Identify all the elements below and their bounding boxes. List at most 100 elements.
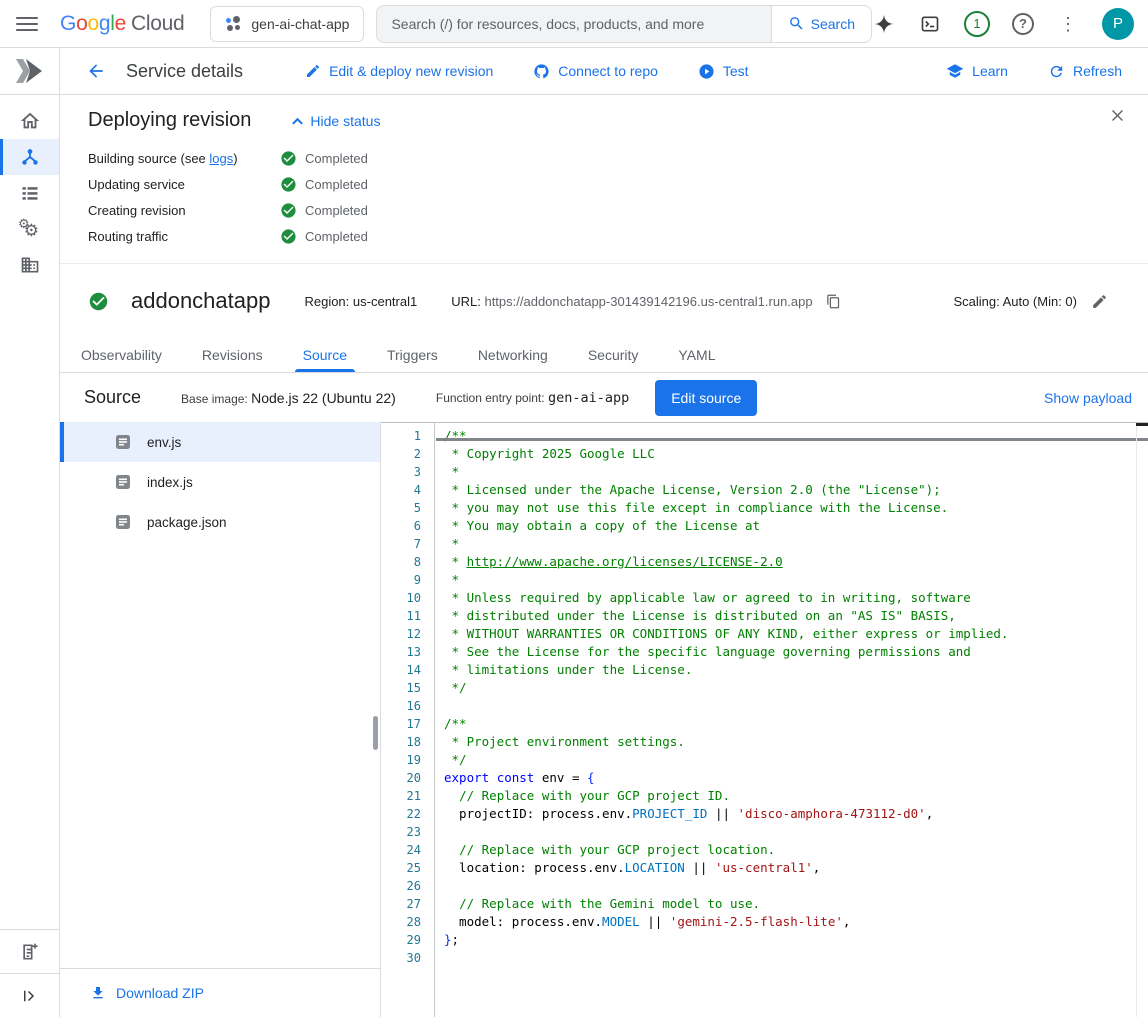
google-cloud-logo[interactable]: Google Cloud [60, 12, 184, 36]
more-options-icon[interactable]: ⋮ [1056, 12, 1080, 36]
project-selector[interactable]: gen-ai-chat-app [210, 6, 364, 42]
deploy-status-panel: Deploying revision Hide status Building … [60, 95, 1148, 264]
code-token: * Copyright 2025 Google LLC [444, 446, 655, 461]
close-icon[interactable] [1109, 107, 1126, 129]
editor-horizontal-scrollbar[interactable] [436, 438, 1148, 441]
top-bar-icons: 1 ? ⋮ P [872, 8, 1134, 40]
code-token: || [685, 860, 715, 875]
code-line: // Replace with the Gemini model to use. [444, 895, 1148, 913]
code-token: // Replace with your GCP project ID. [459, 788, 730, 803]
connect-repo-button[interactable]: Connect to repo [533, 63, 658, 80]
code-editor[interactable]: 1234567891011121314151617181920212223242… [381, 422, 1148, 1017]
code-line: model: process.env.MODEL || 'gemini-2.5-… [444, 913, 1148, 931]
help-icon[interactable]: ? [1012, 13, 1034, 35]
service-name: addonchatapp [131, 288, 270, 314]
code-token: location: process.env. [444, 860, 625, 875]
back-button[interactable] [86, 61, 106, 81]
code-token: } [444, 932, 452, 947]
code-token: MODEL [602, 914, 640, 929]
deploy-step-status-text: Completed [305, 203, 368, 218]
file-item-package.json[interactable]: package.json [60, 502, 380, 542]
file-panel-footer: Download ZIP [60, 968, 380, 1017]
tab-networking[interactable]: Networking [458, 338, 568, 372]
deploy-step-status: Completed [280, 176, 368, 193]
line-number: 15 [381, 679, 434, 697]
entry-point-label: Function entry point: [436, 391, 545, 405]
line-number: 11 [381, 607, 434, 625]
top-bar: Google Cloud gen-ai-chat-app Search (/) … [0, 0, 1148, 48]
code-line: // Replace with your GCP project locatio… [444, 841, 1148, 859]
line-number: 9 [381, 571, 434, 589]
google-letter: o [87, 12, 98, 35]
code-token: * limitations under the License. [444, 662, 692, 677]
search-button-label: Search [811, 16, 855, 32]
logs-link[interactable]: logs [209, 151, 233, 166]
google-letter: e [115, 12, 126, 35]
file-item-env.js[interactable]: env.js [60, 422, 380, 462]
file-item-index.js[interactable]: index.js [60, 462, 380, 502]
code-line: */ [444, 751, 1148, 769]
tab-observability[interactable]: Observability [61, 338, 182, 372]
service-region: Region: us-central1 [304, 294, 417, 309]
notifications-badge[interactable]: 1 [964, 11, 990, 37]
learn-button[interactable]: Learn [946, 62, 1008, 80]
expand-rail-icon[interactable] [0, 973, 59, 1017]
region-label: Region: [304, 294, 349, 309]
code-token: * [444, 536, 459, 551]
tab-triggers[interactable]: Triggers [367, 338, 458, 372]
editor-scrollbar-thumb[interactable] [1136, 423, 1148, 426]
file-icon [115, 514, 131, 530]
deploy-step-label: Routing traffic [88, 229, 280, 244]
check-circle-icon [280, 150, 297, 167]
code-token: projectID: process.env. [444, 806, 632, 821]
code-token: * You may obtain a copy of the License a… [444, 518, 760, 533]
download-zip-link[interactable]: Download ZIP [90, 985, 204, 1001]
code-line: * http://www.apache.org/licenses/LICENSE… [444, 553, 1148, 571]
code-token: 'us-central1' [715, 860, 813, 875]
code-token: * [444, 554, 467, 569]
menu-icon[interactable] [16, 12, 38, 36]
refresh-button[interactable]: Refresh [1048, 63, 1122, 80]
nav-services-icon[interactable] [0, 139, 59, 175]
edit-deploy-button[interactable]: Edit & deploy new revision [305, 63, 493, 79]
deploy-step-status-text: Completed [305, 229, 368, 244]
deploy-step-status-text: Completed [305, 151, 368, 166]
avatar[interactable]: P [1102, 8, 1134, 40]
code-line [444, 877, 1148, 895]
pencil-icon [305, 63, 321, 79]
hide-status-toggle[interactable]: Hide status [291, 113, 380, 129]
deploy-step-status: Completed [280, 228, 368, 245]
tab-yaml[interactable]: YAML [658, 338, 735, 372]
search-button[interactable]: Search [771, 5, 872, 43]
service-url: URL: https://addonchatapp-301439142196.u… [451, 294, 841, 309]
gemini-icon[interactable] [872, 12, 896, 36]
code-token: const [497, 770, 535, 785]
chevron-up-icon [291, 116, 304, 126]
line-number: 1 [381, 427, 434, 445]
code-token: * WITHOUT WARRANTIES OR CONDITIONS OF AN… [444, 626, 1008, 641]
tab-security[interactable]: Security [568, 338, 659, 372]
editor-code: /** * Copyright 2025 Google LLC * * Lice… [435, 423, 1148, 1017]
nav-home-icon[interactable] [0, 103, 59, 139]
github-icon [533, 63, 550, 80]
code-token: http://www.apache.org/licenses/LICENSE-2… [467, 554, 783, 569]
edit-scaling-icon[interactable] [1091, 293, 1108, 310]
nav-worker-pools-icon[interactable]: ⚙⚙ [0, 211, 59, 247]
show-payload-link[interactable]: Show payload [1044, 390, 1132, 406]
code-line: * Unless required by applicable law or a… [444, 589, 1148, 607]
tab-source[interactable]: Source [283, 338, 367, 372]
project-name: gen-ai-chat-app [251, 16, 349, 32]
deploy-step-row: Routing traffic Completed [88, 223, 1120, 249]
code-line: * [444, 571, 1148, 589]
cloud-shell-icon[interactable] [918, 12, 942, 36]
file-panel-scrollbar[interactable] [373, 716, 378, 750]
release-notes-icon[interactable] [0, 929, 59, 973]
edit-source-button[interactable]: Edit source [655, 380, 757, 416]
code-token: export [444, 770, 489, 785]
copy-url-icon[interactable] [826, 294, 841, 309]
test-button[interactable]: Test [698, 63, 749, 80]
tab-revisions[interactable]: Revisions [182, 338, 283, 372]
nav-jobs-icon[interactable] [0, 175, 59, 211]
nav-domains-icon[interactable] [0, 247, 59, 283]
search-input[interactable]: Search (/) for resources, docs, products… [376, 5, 770, 43]
